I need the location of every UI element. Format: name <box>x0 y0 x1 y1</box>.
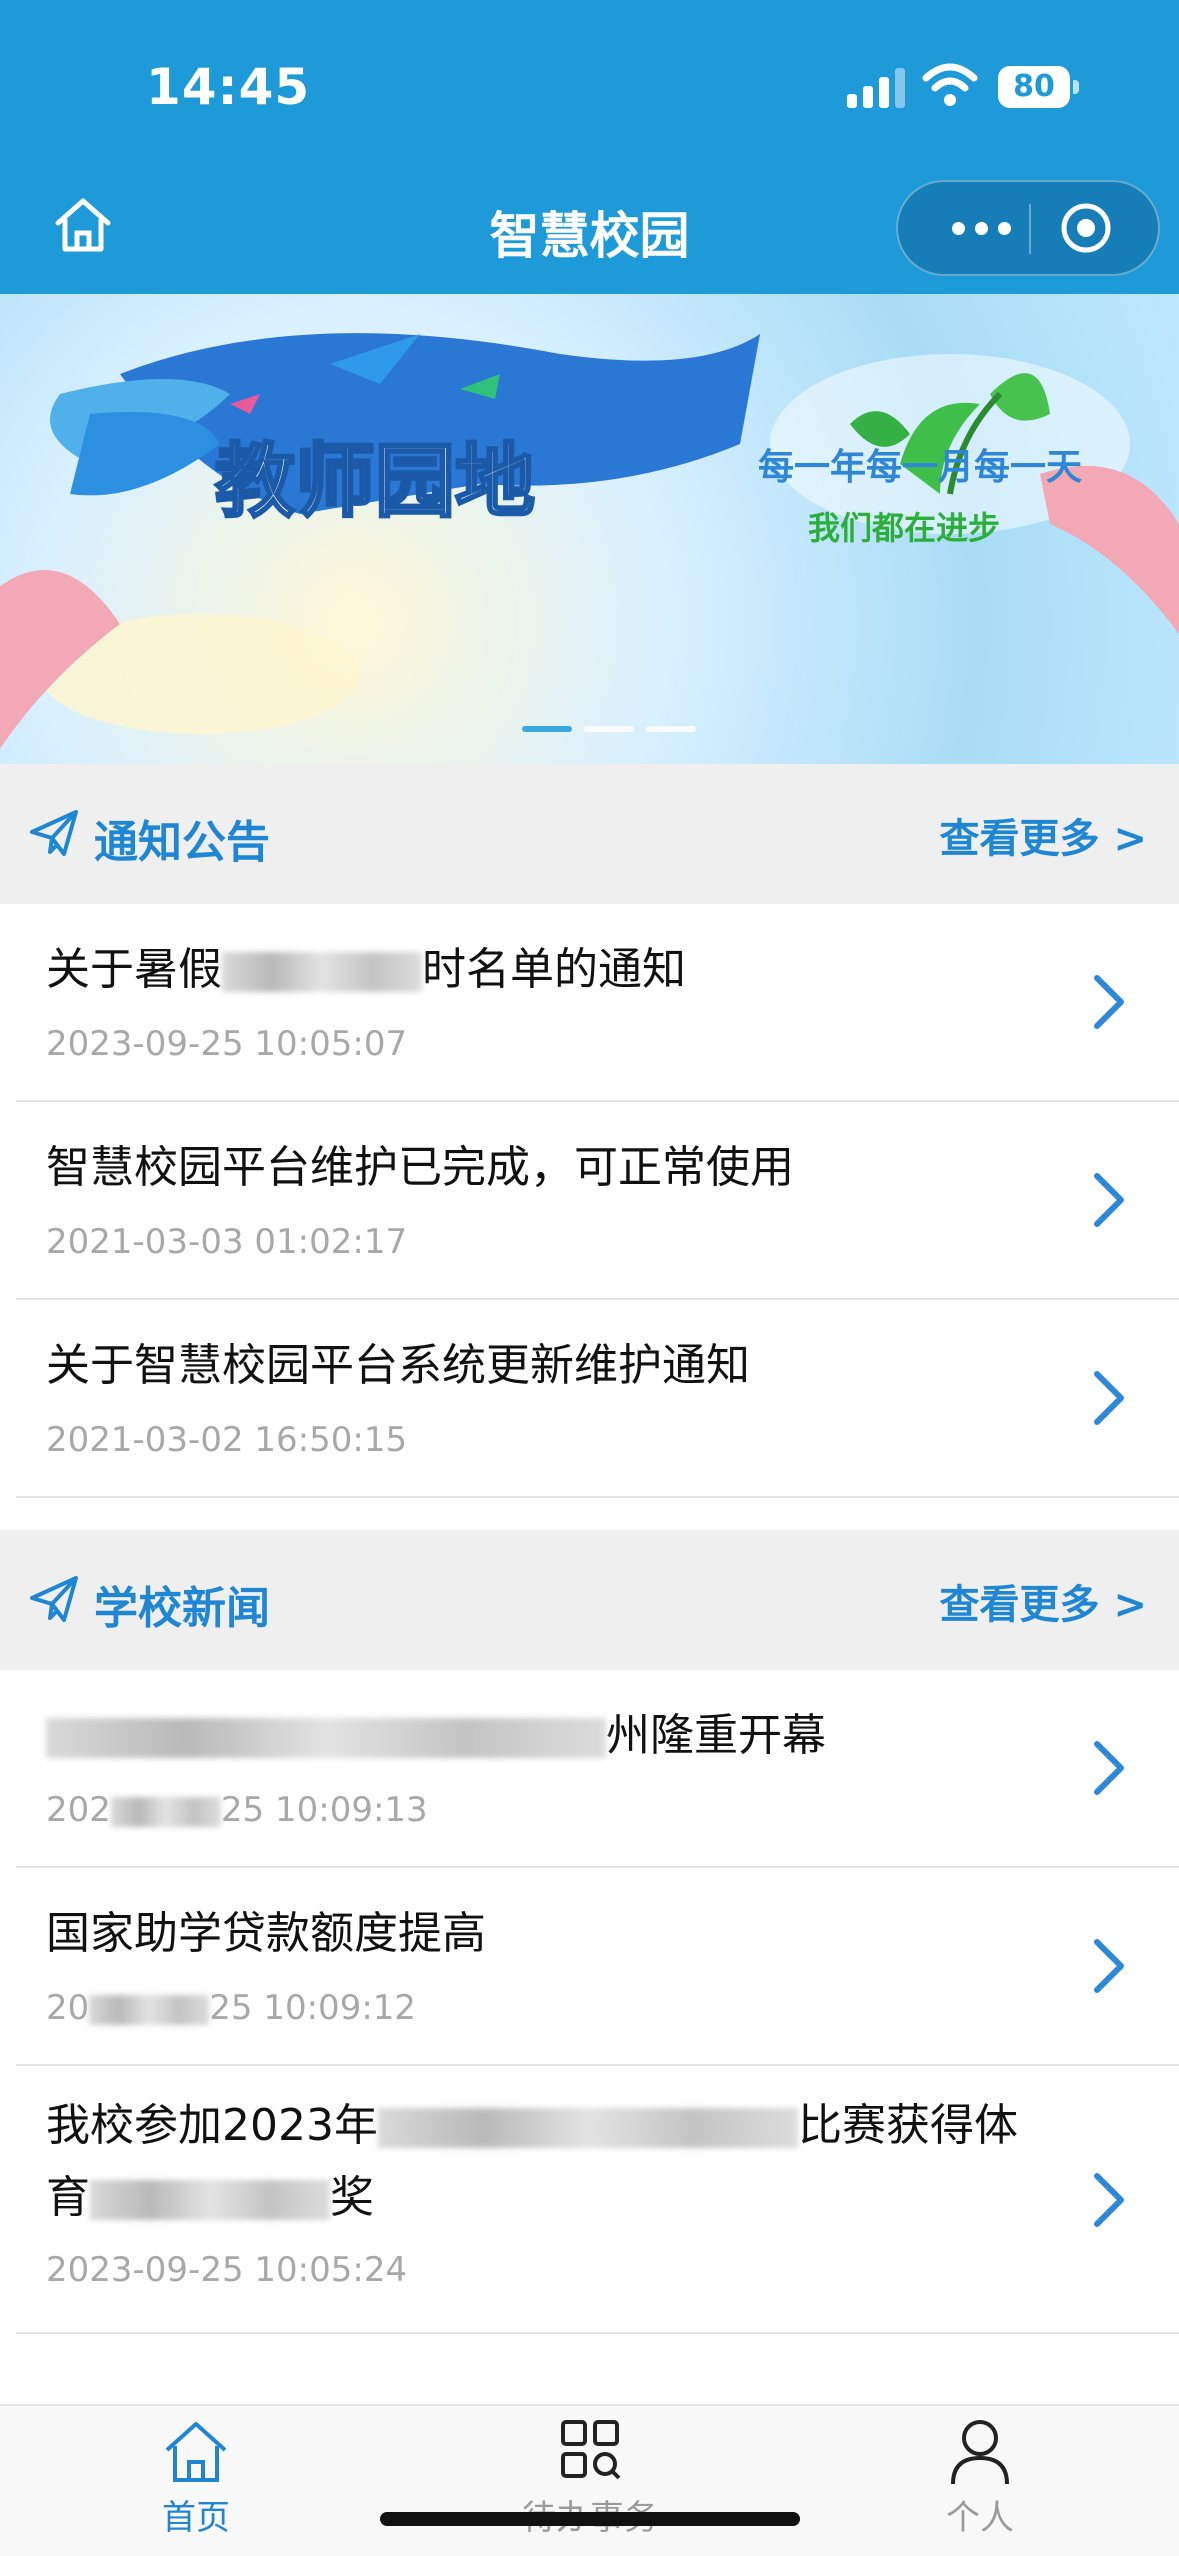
home-tab-icon <box>165 2422 227 2482</box>
chevron-right-icon <box>1094 1371 1124 1425</box>
top-bar: 14:45 80 智慧校园 <box>0 0 1179 294</box>
notices-header: 通知公告 查看更多 > <box>0 764 1179 904</box>
notice-title: 关于暑假 时名单的通知 <box>46 944 686 995</box>
banner-carousel[interactable]: 教师园地 每一年每一月每一天 我们都在进步 <box>0 294 1179 764</box>
chevron-right-icon <box>1094 1173 1124 1227</box>
home-indicator <box>380 2512 800 2526</box>
grid-search-icon <box>561 2420 621 2480</box>
paper-plane-icon <box>30 810 78 856</box>
news-item-title: 州隆重开幕 <box>46 1700 1066 1772</box>
notice-item[interactable]: 关于暑假 时名单的通知 2023-09-25 10:05:07 <box>16 904 1179 1102</box>
notices-title: 通知公告 <box>94 817 270 868</box>
tab-home[interactable]: 首页 <box>96 2416 296 2539</box>
chevron-right-icon <box>1094 1741 1124 1795</box>
news-title: 学校新闻 <box>94 1583 270 1634</box>
carousel-indicator <box>522 726 696 732</box>
news-more-link[interactable]: 查看更多 > <box>940 1572 1147 1630</box>
cellular-signal-icon <box>847 68 905 108</box>
notice-time: 2021-03-03 01:02:17 <box>46 1222 408 1262</box>
news-item-time: 202 25 10:09:13 <box>46 1790 428 1830</box>
news-item[interactable]: 国家助学贷款额度提高 20 25 10:09:12 <box>16 1868 1179 2066</box>
battery-indicator: 80 <box>998 66 1079 108</box>
news-item[interactable]: 我校参加2023年 比赛获得体 育奖 2023-09-25 10:05:24 <box>16 2066 1179 2334</box>
banner-title: 教师园地 <box>215 435 535 528</box>
chevron-right-icon <box>1094 1939 1124 1993</box>
news-item-time: 20 25 10:09:12 <box>46 1988 417 2028</box>
user-icon <box>951 2420 1009 2485</box>
chevron-right-icon <box>1094 975 1124 1029</box>
close-target-icon[interactable] <box>1058 200 1114 256</box>
news-item-title: 我校参加2023年 比赛获得体 育奖 <box>46 2100 1018 2223</box>
notice-time: 2023-09-25 10:05:07 <box>46 1024 408 1064</box>
wifi-icon <box>922 63 978 106</box>
tab-profile[interactable]: 个人 <box>880 2416 1080 2539</box>
status-time: 14:45 <box>146 58 311 116</box>
notices-more-link[interactable]: 查看更多 > <box>940 806 1147 864</box>
tab-profile-label: 个人 <box>946 2498 1014 2538</box>
bottom-tab-bar: 首页 待办事务 个人 <box>0 2404 1179 2556</box>
banner-illustration: 教师园地 每一年每一月每一天 我们都在进步 <box>0 333 1179 749</box>
banner-slogan-1: 每一年每一月每一天 <box>758 447 1082 488</box>
news-header: 学校新闻 查看更多 > <box>0 1530 1179 1670</box>
notice-item[interactable]: 智慧校园平台维护已完成，可正常使用 2021-03-03 01:02:17 <box>16 1102 1179 1300</box>
notice-time: 2021-03-02 16:50:15 <box>46 1420 408 1460</box>
tab-home-label: 首页 <box>162 2498 230 2538</box>
miniprogram-capsule <box>896 180 1160 276</box>
news-item-title: 国家助学贷款额度提高 <box>46 1908 486 1959</box>
more-menu-button[interactable] <box>936 182 1026 274</box>
news-item-time: 2023-09-25 10:05:24 <box>46 2250 408 2290</box>
news-item[interactable]: 州隆重开幕 202 25 10:09:13 <box>16 1670 1179 1868</box>
paper-plane-icon <box>30 1576 78 1622</box>
notice-item[interactable]: 关于智慧校园平台系统更新维护通知 2021-03-02 16:50:15 <box>16 1300 1179 1498</box>
notice-title: 关于智慧校园平台系统更新维护通知 <box>46 1340 750 1391</box>
banner-slogan-2: 我们都在进步 <box>808 509 1000 547</box>
notice-title: 智慧校园平台维护已完成，可正常使用 <box>46 1142 794 1193</box>
chevron-right-icon <box>1094 2173 1124 2227</box>
